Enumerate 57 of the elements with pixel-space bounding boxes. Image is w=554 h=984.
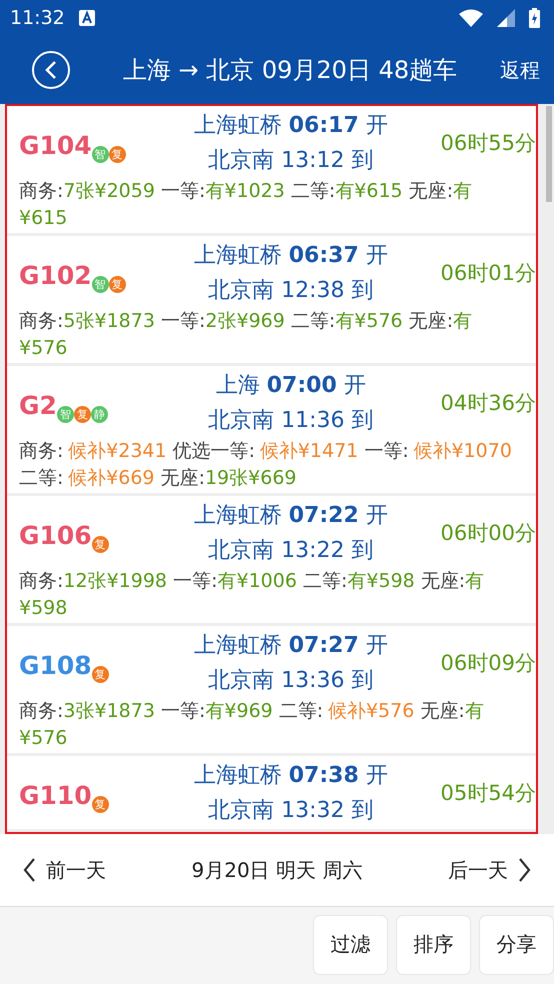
seat-availability-text: 商务:12张¥1998 一等:有¥1006 二等:有¥598 无座:有¥598 [19, 569, 486, 621]
seat-availability-text: 商务:7张¥2059 一等:有¥1023 二等:有¥615 无座:有¥615 [19, 179, 474, 231]
arrival-text: 北京南 12:38 到 [208, 277, 374, 305]
scrollbar[interactable] [546, 106, 552, 202]
arrival-text: 北京南 13:32 到 [208, 797, 374, 825]
action-button[interactable]: 分享 [479, 914, 554, 974]
header-title: 上海 → 北京 09月20日 48趟车 [122, 55, 458, 86]
duration-text: 06时01分 [440, 260, 536, 287]
arrival-text: 北京南 13:12 到 [208, 147, 374, 175]
seat-availability-text: 商务: 候补¥2341 优选一等: 候补¥1471 一等: 候补¥1070 二等: 候补¥669 无座:19张¥669 [19, 439, 513, 491]
duration-text: 06时55分 [440, 130, 536, 157]
departure-text: 上海虹桥 07:27 开 [194, 632, 388, 660]
feature-badge: 复 [92, 796, 109, 813]
clock-time: 11:32 [10, 7, 65, 29]
feature-badge: 复 [108, 276, 126, 293]
seat-availability-text: 商务:5张¥1873 一等:2张¥969 二等:有¥576 无座:有¥576 [19, 309, 474, 361]
train-number: G106 [19, 521, 92, 551]
departure-text: 上海虹桥 07:22 开 [194, 502, 388, 530]
duration-text: 06时00分 [440, 520, 536, 547]
arrival-text: 北京南 13:36 到 [208, 667, 374, 695]
wifi-icon [459, 9, 483, 27]
arrival-text: 北京南 13:22 到 [208, 537, 374, 565]
notification-icon [78, 10, 95, 26]
chevron-left-icon [22, 857, 36, 883]
departure-text: 上海虹桥 07:38 开 [194, 762, 388, 790]
train-number: G110 [19, 781, 92, 811]
signal-icon [497, 9, 515, 27]
duration-text: 06时09分 [440, 650, 536, 677]
departure-text: 上海 07:00 开 [216, 372, 366, 400]
feature-badge: 复 [92, 666, 109, 683]
previous-day-button[interactable]: 前一天 [22, 856, 106, 884]
departure-text: 上海虹桥 06:17 开 [194, 112, 388, 140]
duration-text: 04时36分 [440, 390, 536, 417]
feature-badge: 复 [108, 146, 126, 163]
seat-availability-text: 商务:3张¥1873 一等:有¥969 二等: 候补¥576 无座:有¥576 [19, 699, 485, 751]
feature-badge: 复 [74, 406, 91, 423]
chevron-right-icon [518, 857, 532, 883]
return-trip-button[interactable]: 返程 [500, 56, 540, 84]
train-number: G104 [19, 131, 92, 161]
feature-badge: 复 [92, 536, 109, 553]
feature-badge: 智 [92, 146, 109, 163]
next-day-button[interactable]: 后一天 [448, 856, 532, 884]
departure-text: 上海虹桥 06:37 开 [194, 242, 388, 270]
back-button[interactable] [32, 51, 70, 89]
train-number: G2 [19, 391, 57, 421]
action-button[interactable]: 过滤 [313, 914, 388, 974]
back-icon [44, 60, 58, 80]
battery-icon [529, 8, 540, 28]
current-date: 9月20日 明天 周六 [190, 856, 364, 884]
action-button[interactable]: 排序 [396, 914, 471, 974]
feature-badge: 静 [90, 406, 108, 423]
train-number: G102 [19, 261, 92, 291]
arrival-text: 北京南 11:36 到 [208, 407, 374, 435]
feature-badge: 智 [92, 276, 109, 293]
feature-badge: 智 [56, 406, 74, 423]
duration-text: 05时54分 [440, 780, 536, 807]
train-number: G108 [19, 651, 92, 681]
